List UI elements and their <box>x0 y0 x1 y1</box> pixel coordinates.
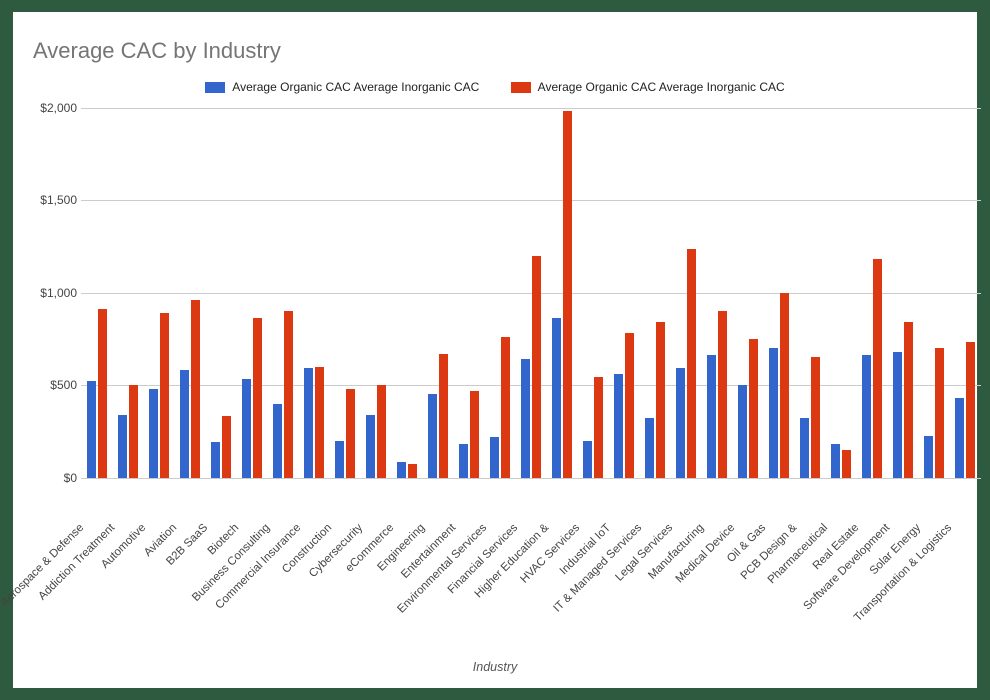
bar-organic <box>521 359 530 477</box>
bar-inorganic <box>253 318 262 477</box>
grid-line <box>81 385 981 386</box>
bar-inorganic <box>687 249 696 477</box>
bar-organic <box>645 418 654 477</box>
bar-inorganic <box>625 333 634 477</box>
bar-inorganic <box>98 309 107 477</box>
bar-inorganic <box>873 259 882 477</box>
bar-inorganic <box>842 450 851 478</box>
bar-inorganic <box>129 385 138 478</box>
grid-line <box>81 478 981 479</box>
bar-organic <box>676 368 685 477</box>
bar-inorganic <box>656 322 665 477</box>
bar-inorganic <box>191 300 200 478</box>
legend-swatch-blue <box>205 82 225 93</box>
bar-inorganic <box>563 111 572 477</box>
bar-inorganic <box>935 348 944 478</box>
bar-inorganic <box>439 354 448 478</box>
bar-inorganic <box>408 464 417 478</box>
grid-line <box>81 293 981 294</box>
bar-organic <box>552 318 561 477</box>
bar-inorganic <box>377 385 386 478</box>
legend: Average Organic CAC Average Inorganic CA… <box>33 80 957 96</box>
bar-organic <box>459 444 468 477</box>
bar-inorganic <box>749 339 758 478</box>
bar-inorganic <box>346 389 355 478</box>
bar-organic <box>769 348 778 478</box>
bar-organic <box>428 394 437 477</box>
grid-line <box>81 108 981 109</box>
bar-organic <box>242 379 251 477</box>
bar-inorganic <box>315 367 324 478</box>
bar-organic <box>180 370 189 477</box>
bar-organic <box>211 442 220 477</box>
bar-organic <box>614 374 623 478</box>
plot-area: $0$500$1,000$1,500$2,000 <box>81 108 981 478</box>
bar-inorganic <box>811 357 820 477</box>
bar-organic <box>149 389 158 478</box>
bar-organic <box>87 381 96 477</box>
bar-organic <box>955 398 964 478</box>
bar-organic <box>397 462 406 478</box>
chart-card: Average CAC by Industry Average Organic … <box>13 12 977 688</box>
bar-organic <box>273 404 282 478</box>
bar-inorganic <box>284 311 293 478</box>
bar-inorganic <box>470 391 479 478</box>
legend-label-2: Average Organic CAC Average Inorganic CA… <box>538 80 785 94</box>
y-tick-label: $0 <box>27 471 77 485</box>
y-tick-label: $2,000 <box>27 101 77 115</box>
bar-organic <box>862 355 871 477</box>
bar-organic <box>335 441 344 478</box>
bar-organic <box>583 441 592 478</box>
bar-inorganic <box>160 313 169 478</box>
y-tick-label: $1,000 <box>27 286 77 300</box>
legend-item-2: Average Organic CAC Average Inorganic CA… <box>511 80 785 94</box>
bar-organic <box>707 355 716 477</box>
bar-inorganic <box>718 311 727 478</box>
grid-line <box>81 200 981 201</box>
bar-organic <box>738 385 747 478</box>
bar-inorganic <box>780 293 789 478</box>
legend-swatch-red <box>511 82 531 93</box>
bar-organic <box>893 352 902 478</box>
y-tick-label: $500 <box>27 378 77 392</box>
bar-inorganic <box>966 342 975 477</box>
y-tick-label: $1,500 <box>27 193 77 207</box>
bar-organic <box>118 415 127 478</box>
bar-organic <box>800 418 809 477</box>
bar-inorganic <box>501 337 510 478</box>
bar-organic <box>366 415 375 478</box>
bar-organic <box>304 368 313 477</box>
bar-organic <box>924 436 933 478</box>
bar-inorganic <box>532 256 541 478</box>
bar-inorganic <box>594 377 603 478</box>
x-axis-title: Industry <box>13 660 977 674</box>
chart-title: Average CAC by Industry <box>33 38 957 64</box>
bar-organic <box>490 437 499 478</box>
bar-inorganic <box>222 416 231 477</box>
legend-item-1: Average Organic CAC Average Inorganic CA… <box>205 80 479 94</box>
bar-inorganic <box>904 322 913 477</box>
bar-organic <box>831 444 840 477</box>
legend-label-1: Average Organic CAC Average Inorganic CA… <box>232 80 479 94</box>
